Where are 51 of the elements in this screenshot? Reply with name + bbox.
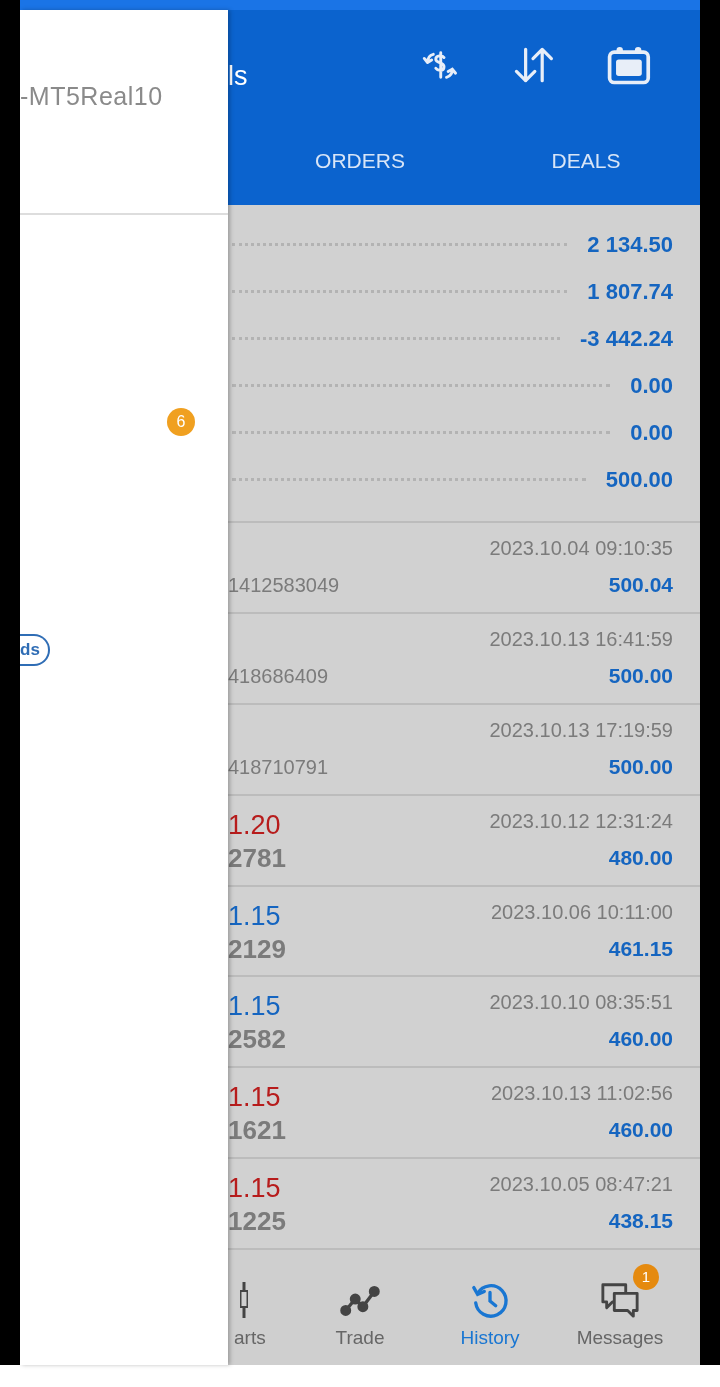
pill-button[interactable]: ds — [20, 634, 50, 666]
deal-price: 1.15 — [228, 993, 282, 1021]
summary-value: 500.00 — [605, 466, 673, 494]
summary-value: 0.00 — [630, 372, 673, 400]
deal-time: 2023.10.13 17:19:59 — [489, 717, 673, 743]
nav-tab[interactable]: History — [425, 1250, 555, 1365]
deal-ticket: 418686409 — [228, 663, 329, 689]
screen-title: ls — [228, 59, 249, 93]
deal-price: 1.15 — [228, 1175, 282, 1203]
deal-amount: 480.00 — [608, 844, 673, 871]
deal-time: 2023.10.10 08:35:51 — [489, 990, 673, 1016]
deal-ticket: 2781 — [228, 844, 286, 871]
nav-label: arts — [234, 1326, 266, 1351]
deal-time: 2023.10.12 12:31:24 — [489, 808, 673, 834]
deal-time: 2023.10.05 08:47:21 — [489, 1172, 673, 1198]
deal-time: 2023.10.13 11:02:56 — [490, 1081, 673, 1107]
deal-time: 2023.10.04 09:10:35 — [489, 536, 673, 561]
nav-label: Trade — [335, 1326, 385, 1351]
deal-amount: 461.15 — [608, 935, 673, 962]
deal-amount: 460.00 — [608, 1117, 673, 1144]
deal-ticket: 1412583049 — [228, 572, 340, 598]
deal-price: 1.15 — [228, 1084, 282, 1112]
count-badge: 6 — [167, 408, 195, 436]
account-name: -MT5Real10 — [20, 81, 164, 112]
nav-label: History — [460, 1326, 520, 1351]
deal-price: 1.20 — [228, 811, 282, 839]
summary-value: -3 442.24 — [580, 325, 673, 353]
tab[interactable]: ORDERS — [247, 120, 473, 205]
summary-value: 0.00 — [630, 419, 673, 447]
chat-bubbles-icon — [600, 1280, 640, 1321]
deal-amount: 500.04 — [608, 572, 673, 598]
deal-amount: 438.15 — [608, 1208, 673, 1235]
deal-amount: 460.00 — [608, 1026, 673, 1053]
deal-ticket: 1621 — [228, 1117, 286, 1144]
summary-value: 1 807.74 — [587, 278, 673, 306]
summary-value: 2 134.50 — [587, 231, 673, 259]
nav-label: Messages — [576, 1326, 664, 1351]
notification-badge: 1 — [633, 1264, 659, 1291]
deal-amount: 500.00 — [608, 753, 673, 780]
deal-ticket: 2582 — [228, 1026, 286, 1053]
deal-time: 2023.10.13 16:41:59 — [489, 626, 673, 652]
nav-tab[interactable]: arts — [228, 1250, 295, 1365]
tab[interactable]: DEALS — [473, 120, 699, 205]
deal-ticket: 418710791 — [228, 754, 329, 780]
nav-tab[interactable]: Trade — [295, 1250, 425, 1365]
deal-time: 2023.10.06 10:11:00 — [490, 899, 673, 925]
deal-price: 1.15 — [228, 902, 282, 930]
deal-amount: 500.00 — [608, 662, 673, 689]
deal-ticket: 2129 — [228, 935, 286, 962]
nav-tab[interactable]: Messages 1 — [555, 1250, 685, 1365]
deal-ticket: 1225 — [228, 1208, 286, 1235]
